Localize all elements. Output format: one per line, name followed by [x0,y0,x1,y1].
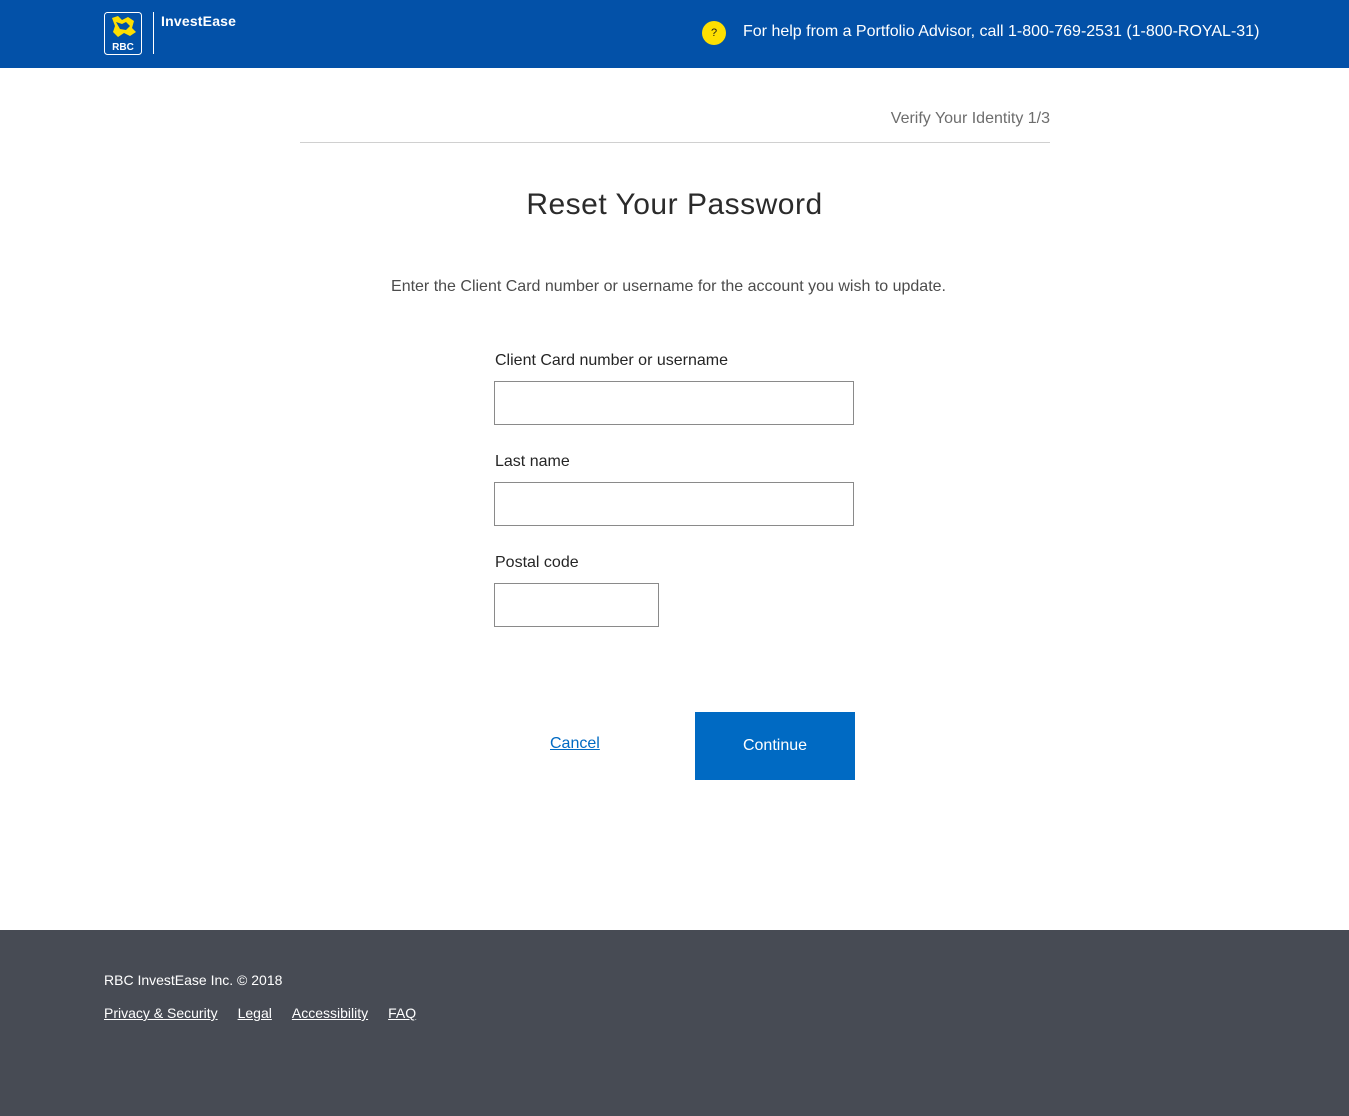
last-name-label: Last name [495,453,570,470]
postal-code-label: Postal code [495,554,579,571]
client-card-input[interactable] [494,381,854,425]
footer-link-legal[interactable]: Legal [238,1005,272,1021]
footer-link-privacy-security[interactable]: Privacy & Security [104,1005,218,1021]
instructions-text: Enter the Client Card number or username… [391,278,946,295]
cancel-link[interactable]: Cancel [550,735,600,753]
help-phone-text: For help from a Portfolio Advisor, call … [743,23,1260,40]
top-header: RBC InvestEase ? For help from a Portfol… [0,0,1349,68]
postal-code-input[interactable] [494,583,659,627]
rbc-logo[interactable]: RBC [104,12,142,55]
footer-links: Privacy & Security Legal Accessibility F… [104,1005,416,1021]
continue-button[interactable]: Continue [695,712,855,780]
brand-name[interactable]: InvestEase [161,13,236,29]
last-name-input[interactable] [494,482,854,526]
footer-link-accessibility[interactable]: Accessibility [292,1005,368,1021]
step-divider [300,142,1050,143]
logo-divider [153,12,154,54]
step-indicator: Verify Your Identity 1/3 [890,110,1050,127]
help-question-icon: ? [702,21,726,45]
footer: RBC InvestEase Inc. © 2018 Privacy & Sec… [0,930,1349,1116]
page-title: Reset Your Password [526,188,823,221]
client-card-label: Client Card number or username [495,352,728,369]
logo-text: RBC [112,42,134,53]
footer-link-faq[interactable]: FAQ [388,1005,416,1021]
copyright-text: RBC InvestEase Inc. © 2018 [104,972,283,988]
